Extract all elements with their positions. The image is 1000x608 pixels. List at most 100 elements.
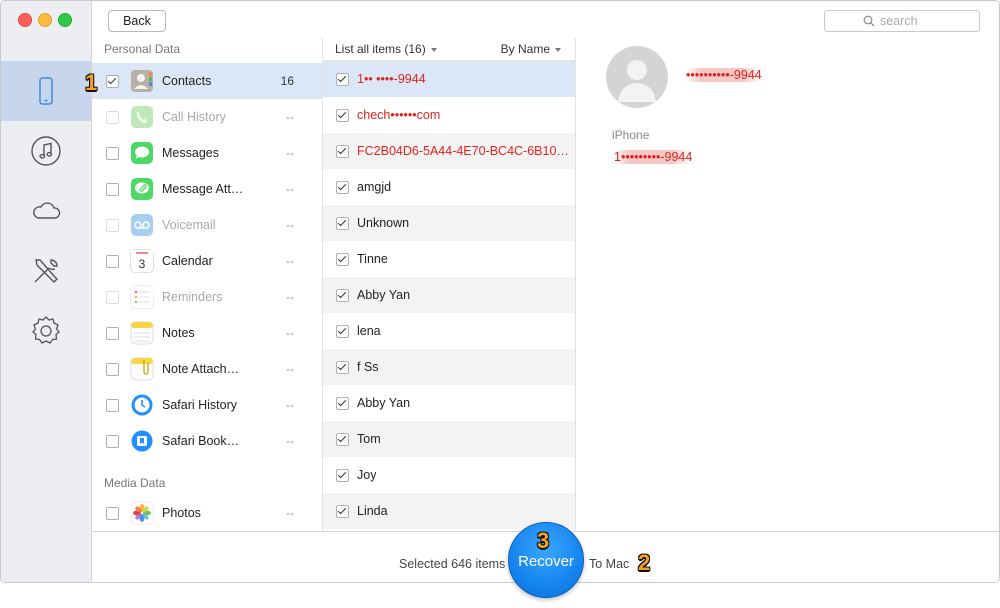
category-safari-history[interactable]: Safari History -- — [92, 387, 322, 423]
settings-icon — [32, 316, 60, 344]
category-contacts[interactable]: Contacts 16 — [92, 63, 322, 99]
item-checkbox[interactable] — [336, 397, 349, 410]
media-data-heading: Media Data — [104, 476, 166, 490]
sort-dropdown[interactable]: By Name — [501, 42, 561, 56]
list-item[interactable]: lena — [323, 313, 575, 349]
category-count: -- — [286, 146, 294, 160]
item-checkbox[interactable] — [336, 145, 349, 158]
contact-name: ••••••••••-9944 — [686, 68, 762, 82]
step-3-marker: 3 — [537, 528, 550, 553]
category-label: Contacts — [162, 74, 212, 88]
rail-music-button[interactable] — [1, 121, 91, 181]
destination-selector[interactable]: To Mac — [589, 557, 629, 571]
item-checkbox[interactable] — [336, 433, 349, 446]
category-safari-bookmarks[interactable]: Safari Book… -- — [92, 423, 322, 459]
category-voicemail[interactable]: Voicemail -- — [92, 207, 322, 243]
back-button[interactable]: Back — [108, 10, 166, 32]
item-checkbox[interactable] — [336, 73, 349, 86]
category-count: 16 — [280, 74, 294, 88]
chevron-down-icon — [430, 47, 437, 52]
sort-label: By Name — [500, 42, 550, 56]
item-checkbox[interactable] — [336, 217, 349, 230]
notes-checkbox[interactable] — [106, 327, 119, 340]
safari-bookmark-icon — [130, 429, 154, 453]
item-checkbox[interactable] — [336, 505, 349, 518]
reminders-checkbox[interactable] — [106, 291, 119, 304]
item-label: amgjd — [357, 180, 392, 194]
safari-bookmarks-checkbox[interactable] — [106, 435, 119, 448]
list-item[interactable]: Tinne — [323, 241, 575, 277]
avatar — [606, 46, 668, 108]
category-label: Notes — [162, 326, 195, 340]
category-count: -- — [286, 218, 294, 232]
list-filter-dropdown[interactable]: List all items (16) — [335, 42, 437, 56]
category-calendar[interactable]: 3 Calendar -- — [92, 243, 322, 279]
category-count: -- — [286, 506, 294, 520]
item-checkbox[interactable] — [336, 253, 349, 266]
item-checkbox[interactable] — [336, 289, 349, 302]
voicemail-checkbox[interactable] — [106, 219, 119, 232]
person-placeholder-icon — [618, 60, 656, 102]
reminders-icon — [130, 285, 154, 309]
list-item[interactable]: 1•• ••••-9944 — [323, 61, 575, 97]
rail-settings-button[interactable] — [1, 301, 91, 361]
category-call-history[interactable]: Call History -- — [92, 99, 322, 135]
zoom-window-button[interactable] — [58, 13, 72, 27]
calendar-checkbox[interactable] — [106, 255, 119, 268]
list-item[interactable]: chech••••••com — [323, 97, 575, 133]
message-attachment-icon — [130, 177, 154, 201]
rail-device-button[interactable] — [1, 61, 91, 121]
item-checkbox[interactable] — [336, 469, 349, 482]
category-message-attachments[interactable]: Message Att… -- — [92, 171, 322, 207]
category-reminders[interactable]: Reminders -- — [92, 279, 322, 315]
tools-icon — [34, 259, 58, 283]
list-item[interactable]: Abby Yan — [323, 385, 575, 421]
notes-icon — [130, 321, 154, 345]
photos-checkbox[interactable] — [106, 507, 119, 520]
search-input[interactable] — [880, 13, 970, 28]
category-label: Note Attach… — [162, 362, 240, 376]
item-checkbox[interactable] — [336, 181, 349, 194]
item-label: Unknown — [357, 216, 410, 230]
item-checkbox[interactable] — [336, 325, 349, 338]
list-item[interactable]: Tom — [323, 421, 575, 457]
rail-tools-button[interactable] — [1, 241, 91, 301]
category-count: -- — [286, 110, 294, 124]
item-label: Linda — [357, 504, 388, 518]
minimize-window-button[interactable] — [38, 13, 52, 27]
category-notes[interactable]: Notes -- — [92, 315, 322, 351]
item-label: lena — [357, 324, 381, 338]
rail-icloud-button[interactable] — [1, 181, 91, 241]
item-checkbox[interactable] — [336, 361, 349, 374]
category-label: Photos — [162, 506, 201, 520]
search-field[interactable] — [824, 10, 980, 32]
messages-checkbox[interactable] — [106, 147, 119, 160]
item-label: Tinne — [357, 252, 388, 266]
phone-field-label: iPhone — [612, 128, 650, 142]
note-attachments-checkbox[interactable] — [106, 363, 119, 376]
list-item[interactable]: amgjd — [323, 169, 575, 205]
category-label: Message Att… — [162, 182, 244, 196]
contacts-checkbox[interactable] — [106, 75, 119, 88]
item-label: Abby Yan — [357, 288, 411, 302]
category-label: Messages — [162, 146, 219, 160]
message-attachments-checkbox[interactable] — [106, 183, 119, 196]
list-item[interactable]: f Ss — [323, 349, 575, 385]
close-window-button[interactable] — [18, 13, 32, 27]
list-header: List all items (16) By Name — [323, 38, 575, 61]
item-checkbox[interactable] — [336, 109, 349, 122]
category-messages[interactable]: Messages -- — [92, 135, 322, 171]
category-note-attachments[interactable]: Note Attach… -- — [92, 351, 322, 387]
list-item[interactable]: Joy — [323, 457, 575, 493]
list-item[interactable]: Unknown — [323, 205, 575, 241]
item-label: Joy — [357, 468, 377, 482]
safari-history-checkbox[interactable] — [106, 399, 119, 412]
category-photos[interactable]: Photos -- — [92, 495, 322, 531]
selected-count-text: Selected 646 items — [399, 557, 506, 571]
list-item[interactable]: FC2B04D6-5A44-4E70-BC4C-6B100… — [323, 133, 575, 169]
list-item[interactable]: Abby Yan — [323, 277, 575, 313]
contacts-icon — [130, 69, 154, 93]
step-1-marker: 1 — [85, 70, 98, 95]
item-label: f Ss — [357, 360, 379, 374]
call-history-checkbox[interactable] — [106, 111, 119, 124]
